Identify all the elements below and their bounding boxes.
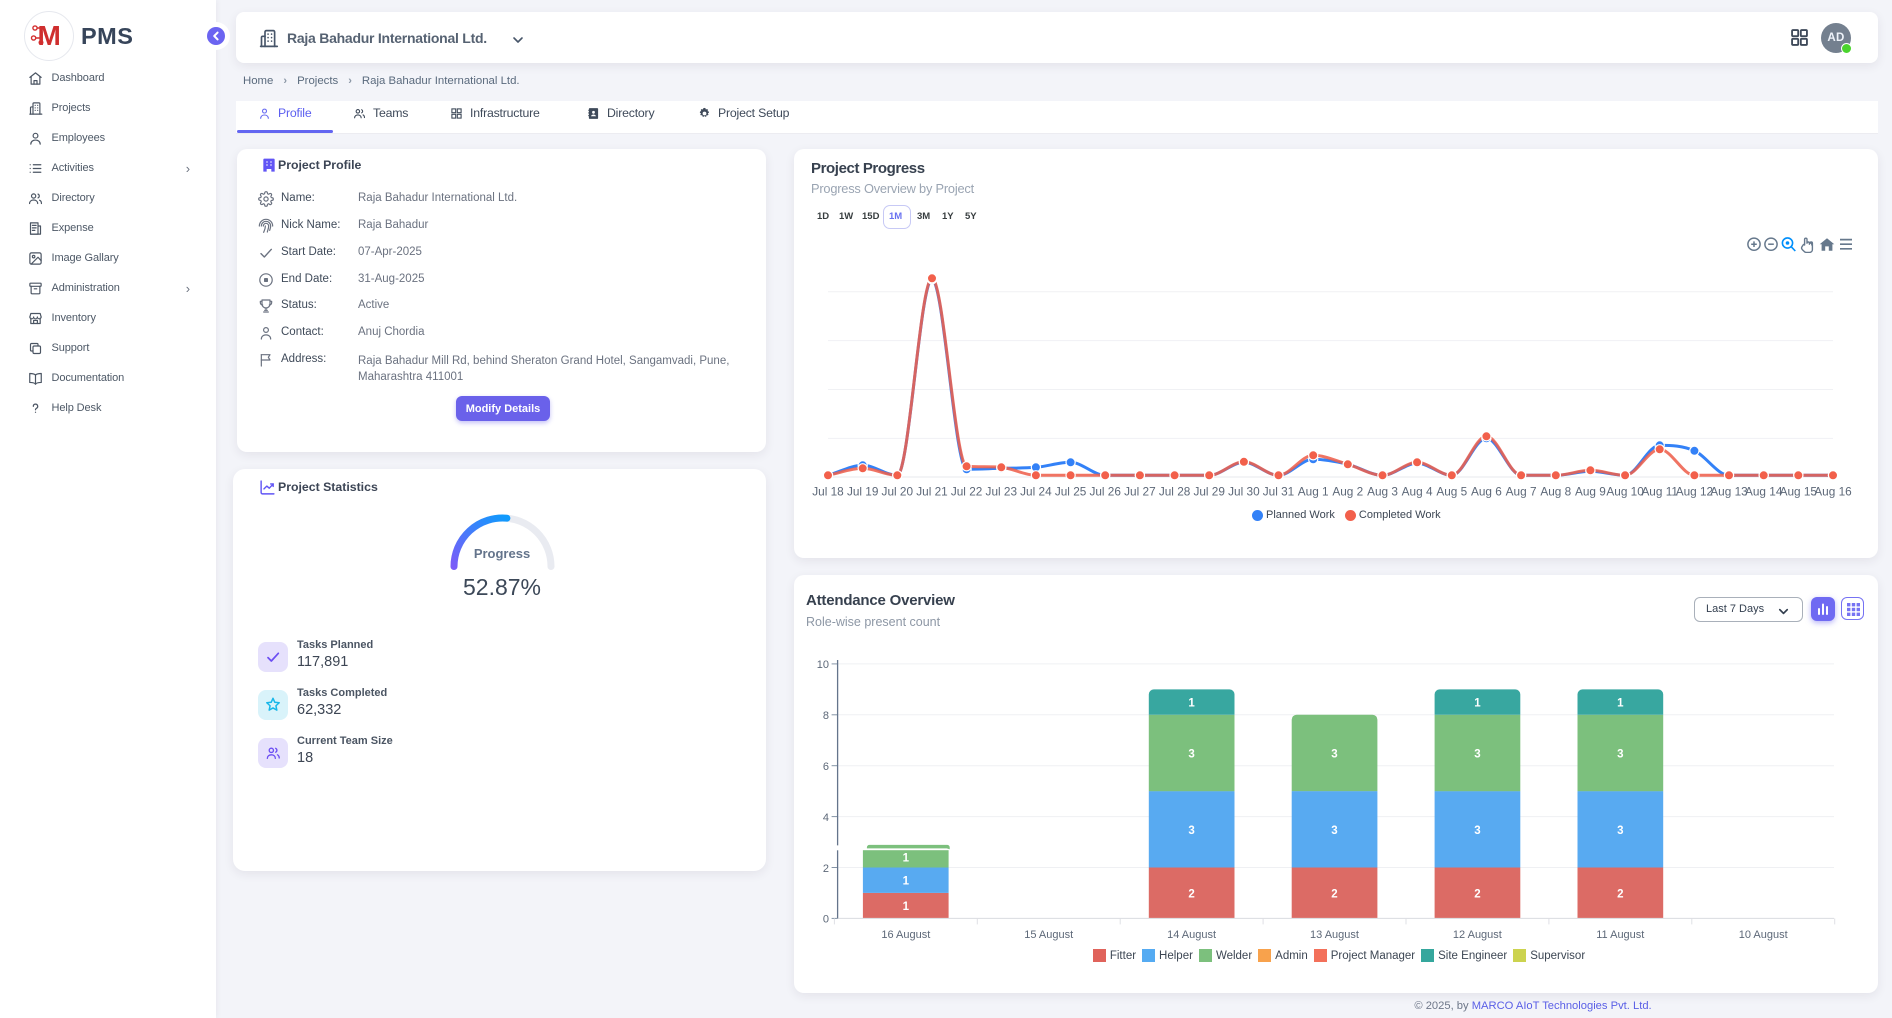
svg-text:2: 2 xyxy=(1331,889,1337,901)
svg-text:0: 0 xyxy=(823,914,829,926)
svg-text:2: 2 xyxy=(1474,889,1480,901)
svg-text:1: 1 xyxy=(903,853,910,865)
svg-text:10: 10 xyxy=(817,659,829,671)
svg-text:3: 3 xyxy=(1331,749,1337,761)
svg-text:Aug 11: Aug 11 xyxy=(1641,485,1678,499)
svg-text:1: 1 xyxy=(1474,698,1481,710)
svg-text:Jul 19: Jul 19 xyxy=(847,485,878,499)
svg-text:Jul 31: Jul 31 xyxy=(1263,485,1294,499)
svg-text:12 August: 12 August xyxy=(1453,929,1502,941)
svg-text:Aug 7: Aug 7 xyxy=(1506,485,1537,499)
svg-text:Aug 10: Aug 10 xyxy=(1606,485,1644,499)
svg-text:3: 3 xyxy=(1474,825,1480,837)
svg-text:Aug 6: Aug 6 xyxy=(1471,485,1502,499)
svg-text:14 August: 14 August xyxy=(1167,929,1216,941)
svg-text:1: 1 xyxy=(903,876,910,888)
svg-text:Aug 14: Aug 14 xyxy=(1745,485,1783,499)
svg-text:8: 8 xyxy=(823,710,829,722)
svg-text:Jul 26: Jul 26 xyxy=(1089,485,1121,499)
svg-text:Aug 4: Aug 4 xyxy=(1402,485,1433,499)
svg-text:13 August: 13 August xyxy=(1310,929,1359,941)
svg-text:Jul 24: Jul 24 xyxy=(1020,485,1052,499)
svg-text:Aug 13: Aug 13 xyxy=(1710,485,1748,499)
svg-text:Jul 23: Jul 23 xyxy=(986,485,1018,499)
svg-text:2: 2 xyxy=(1188,889,1194,901)
svg-text:Jul 30: Jul 30 xyxy=(1228,485,1260,499)
svg-text:3: 3 xyxy=(1617,825,1623,837)
svg-text:3: 3 xyxy=(1331,825,1337,837)
svg-text:Aug 2: Aug 2 xyxy=(1332,485,1363,499)
svg-text:1: 1 xyxy=(1617,698,1624,710)
svg-text:Jul 27: Jul 27 xyxy=(1124,485,1155,499)
svg-text:1: 1 xyxy=(1188,698,1195,710)
svg-text:16 August: 16 August xyxy=(881,929,930,941)
svg-text:Aug 8: Aug 8 xyxy=(1540,485,1571,499)
svg-text:2: 2 xyxy=(823,863,829,875)
svg-text:15 August: 15 August xyxy=(1024,929,1073,941)
svg-text:2: 2 xyxy=(1617,889,1623,901)
svg-text:Jul 29: Jul 29 xyxy=(1193,485,1224,499)
svg-text:3: 3 xyxy=(1617,749,1623,761)
svg-text:Aug 1: Aug 1 xyxy=(1298,485,1329,499)
svg-text:Aug 3: Aug 3 xyxy=(1367,485,1398,499)
svg-text:10 August: 10 August xyxy=(1739,929,1788,941)
svg-text:M: M xyxy=(38,20,61,51)
svg-text:Jul 22: Jul 22 xyxy=(951,485,982,499)
svg-text:1: 1 xyxy=(903,901,910,913)
svg-text:Jul 21: Jul 21 xyxy=(916,485,947,499)
svg-text:Jul 28: Jul 28 xyxy=(1159,485,1191,499)
svg-text:Aug 12: Aug 12 xyxy=(1676,485,1713,499)
svg-text:4: 4 xyxy=(823,812,829,824)
svg-text:Jul 25: Jul 25 xyxy=(1055,485,1087,499)
svg-text:3: 3 xyxy=(1188,749,1194,761)
svg-text:Aug 15: Aug 15 xyxy=(1780,485,1818,499)
svg-text:3: 3 xyxy=(1188,825,1194,837)
svg-text:Aug 9: Aug 9 xyxy=(1575,485,1606,499)
svg-text:Aug 16: Aug 16 xyxy=(1814,485,1852,499)
svg-text:11 August: 11 August xyxy=(1596,929,1644,941)
svg-text:Aug 5: Aug 5 xyxy=(1436,485,1467,499)
svg-text:3: 3 xyxy=(1474,749,1480,761)
svg-text:Jul 18: Jul 18 xyxy=(812,485,844,499)
svg-text:Jul 20: Jul 20 xyxy=(882,485,914,499)
svg-text:6: 6 xyxy=(823,761,829,773)
